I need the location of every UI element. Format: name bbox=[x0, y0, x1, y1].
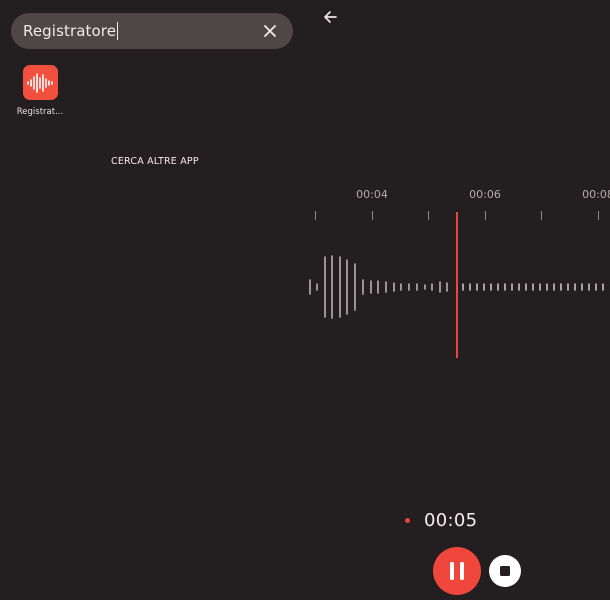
clear-search-button[interactable] bbox=[259, 20, 281, 42]
elapsed-time: 00:05 bbox=[424, 510, 478, 531]
pause-icon bbox=[450, 562, 464, 580]
audio-waveform-icon bbox=[27, 72, 53, 93]
search-more-apps-link[interactable]: CERCA ALTRE APP bbox=[111, 156, 199, 167]
recording-timeline: 00:04 00:06 00:08 bbox=[300, 180, 610, 370]
back-button[interactable] bbox=[320, 7, 340, 27]
pause-button[interactable] bbox=[433, 547, 481, 595]
search-input[interactable]: Registratore bbox=[23, 22, 259, 40]
search-bar[interactable]: Registratore bbox=[11, 13, 293, 49]
app-result-label: Registrat... bbox=[16, 107, 64, 117]
close-icon bbox=[264, 25, 276, 37]
text-caret bbox=[117, 22, 119, 40]
recorder-app-icon[interactable] bbox=[22, 65, 58, 100]
recording-dot bbox=[405, 518, 410, 523]
playhead[interactable] bbox=[456, 212, 458, 358]
app-result-recorder[interactable]: Registrat... bbox=[14, 65, 66, 117]
arrow-back-icon bbox=[324, 11, 337, 23]
search-input-text[interactable]: Registratore bbox=[23, 22, 116, 40]
recording-status: 00:05 bbox=[405, 510, 477, 531]
stop-button[interactable] bbox=[489, 555, 521, 587]
stop-icon bbox=[500, 566, 510, 576]
audio-waveform bbox=[309, 255, 604, 319]
